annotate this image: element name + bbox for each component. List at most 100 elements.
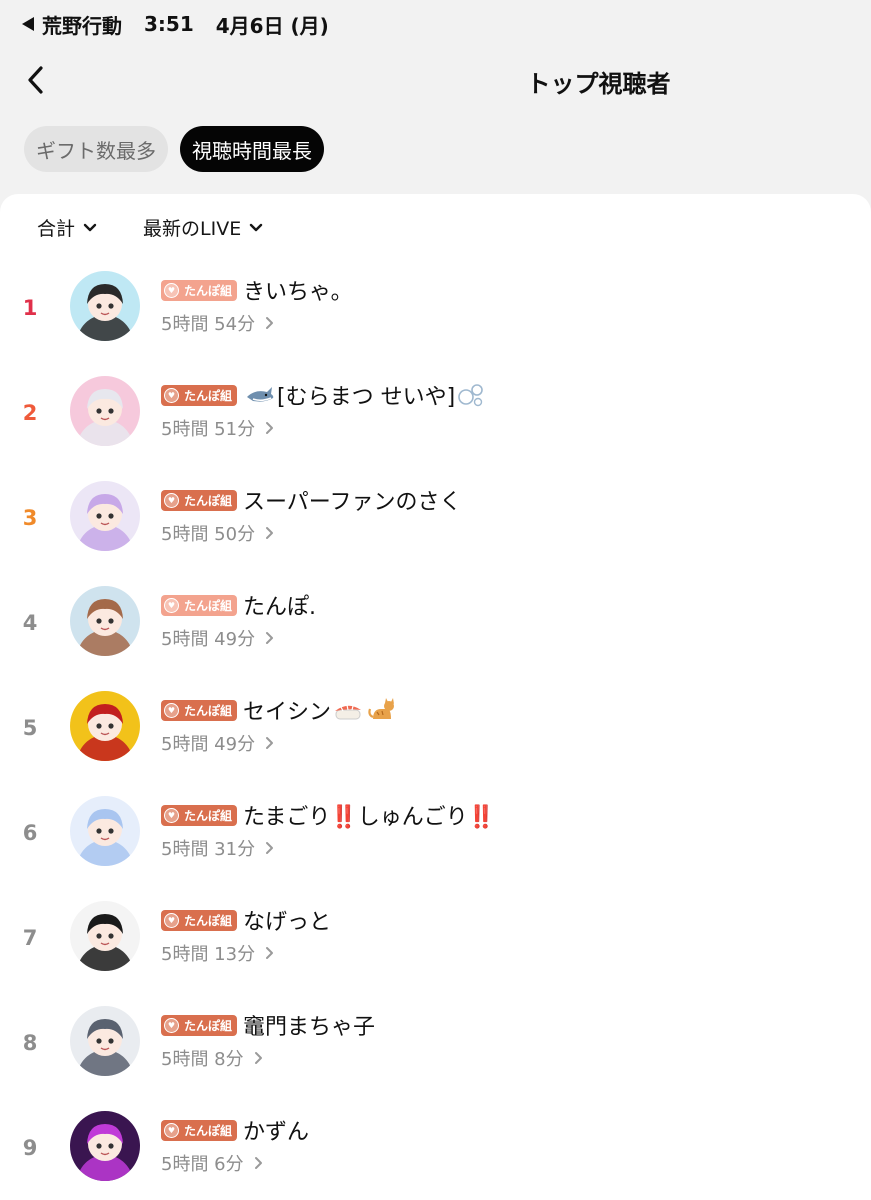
name-line: ♥ たんぽ組 なげっと bbox=[161, 904, 331, 936]
cat-emoji bbox=[368, 698, 395, 719]
viewer-row[interactable]: 2 ♥ たんぽ組 [むらまつ せいや] 5時間 51分 bbox=[0, 371, 871, 471]
page-title: トップ視聴者 bbox=[526, 70, 671, 98]
viewer-row[interactable]: 4 ♥ たんぽ組 たんぽ. 5時間 49分 bbox=[0, 581, 871, 681]
name-line: ♥ たんぽ組 きいちゃ。 bbox=[161, 274, 353, 306]
sushi-emoji bbox=[335, 704, 362, 720]
watch-time-link[interactable]: 5時間 13分 bbox=[161, 940, 331, 966]
status-bar: 荒野行動 3:51 4月6日 (月) bbox=[22, 10, 329, 38]
watch-time-link[interactable]: 5時間 49分 bbox=[161, 625, 316, 651]
username[interactable]: セイシン bbox=[243, 694, 331, 726]
rank-number: 9 bbox=[22, 1136, 38, 1160]
fan-club-badge: ♥ たんぽ組 bbox=[161, 699, 238, 721]
tab-bar: ギフト数最多 視聴時間最長 bbox=[24, 126, 324, 172]
watch-duration: 5時間 13分 bbox=[161, 944, 256, 965]
watch-duration: 5時間 6分 bbox=[161, 1154, 244, 1175]
viewer-info: ♥ たんぽ組 セイシン 5時間 49分 bbox=[161, 694, 399, 756]
avatar[interactable] bbox=[70, 586, 140, 656]
username[interactable]: たんぽ. bbox=[243, 589, 316, 621]
viewer-info: ♥ たんぽ組 スーパーファンのさく 5時間 50分 bbox=[161, 484, 461, 546]
chevron-right-icon bbox=[266, 842, 274, 854]
chevron-right-icon bbox=[266, 737, 274, 749]
rank-number: 5 bbox=[22, 716, 38, 740]
viewer-info: ♥ たんぽ組 なげっと 5時間 13分 bbox=[161, 904, 331, 966]
fan-club-badge-label: たんぽ組 bbox=[184, 913, 233, 928]
watch-duration: 5時間 54分 bbox=[161, 314, 256, 335]
fan-level-icon: ♥ bbox=[164, 912, 179, 928]
rank-number: 7 bbox=[22, 926, 38, 950]
viewer-row[interactable]: 3 ♥ たんぽ組 スーパーファンのさく 5時間 50分 bbox=[0, 476, 871, 576]
watch-time-link[interactable]: 5時間 49分 bbox=[161, 730, 399, 756]
watch-duration: 5時間 31分 bbox=[161, 839, 256, 860]
rank-number: 8 bbox=[22, 1031, 38, 1055]
status-date: 4月6日 (月) bbox=[215, 13, 329, 38]
fan-club-badge: ♥ たんぽ組 bbox=[161, 909, 238, 931]
period-filter-label: 合計 bbox=[37, 218, 76, 240]
fan-level-icon: ♥ bbox=[164, 1122, 179, 1138]
viewer-row[interactable]: 8 ♥ たんぽ組 竈門まちゃ子 5時間 8分 bbox=[0, 1001, 871, 1101]
tab-most-gifts[interactable]: ギフト数最多 bbox=[24, 126, 168, 172]
avatar[interactable] bbox=[70, 376, 140, 446]
watch-duration: 5時間 49分 bbox=[161, 734, 256, 755]
watch-time-link[interactable]: 5時間 31分 bbox=[161, 835, 495, 861]
avatar[interactable] bbox=[70, 796, 140, 866]
rank-number: 3 bbox=[22, 506, 38, 530]
username[interactable]: きいちゃ。 bbox=[243, 274, 353, 306]
avatar[interactable] bbox=[70, 1111, 140, 1181]
filter-bar: 合計 最新のLIVE bbox=[37, 214, 263, 241]
rank-number: 1 bbox=[22, 296, 38, 320]
shark-emoji bbox=[247, 387, 274, 402]
tab-longest-watch-time[interactable]: 視聴時間最長 bbox=[180, 126, 324, 172]
viewer-row[interactable]: 1 ♥ たんぽ組 きいちゃ。 5時間 54分 bbox=[0, 266, 871, 366]
back-app-label[interactable]: 荒野行動 bbox=[42, 10, 122, 39]
fan-club-badge: ♥ たんぽ組 bbox=[161, 1014, 238, 1036]
viewer-info: ♥ たんぽ組 きいちゃ。 5時間 54分 bbox=[161, 274, 353, 336]
fan-level-icon: ♥ bbox=[164, 597, 179, 613]
fan-club-badge-label: たんぽ組 bbox=[184, 808, 233, 823]
viewer-row[interactable]: 9 ♥ たんぽ組 かずん 5時間 6分 bbox=[0, 1106, 871, 1200]
username[interactable]: かずん bbox=[243, 1114, 309, 1146]
viewer-row[interactable]: 5 ♥ たんぽ組 セイシン 5時間 49分 bbox=[0, 686, 871, 786]
fan-club-badge-label: たんぽ組 bbox=[184, 703, 233, 718]
fan-club-badge: ♥ たんぽ組 bbox=[161, 804, 238, 826]
fan-club-badge: ♥ たんぽ組 bbox=[161, 1119, 238, 1141]
name-line: ♥ たんぽ組 たまごり‼️しゅんごり‼️ bbox=[161, 799, 495, 831]
viewer-row[interactable]: 6 ♥ たんぽ組 たまごり‼️しゅんごり‼️ 5時間 31分 bbox=[0, 791, 871, 891]
viewer-list-panel: 合計 最新のLIVE 1 ♥ たんぽ組 きいちゃ。 5時間 54分 2 ♥ たんぽ組 [むらまつ… bbox=[0, 194, 871, 1200]
avatar[interactable] bbox=[70, 271, 140, 341]
watch-time-link[interactable]: 5時間 51分 bbox=[161, 415, 487, 441]
viewer-row[interactable]: 7 ♥ たんぽ組 なげっと 5時間 13分 bbox=[0, 896, 871, 996]
fan-club-badge-label: たんぽ組 bbox=[184, 388, 233, 403]
avatar[interactable] bbox=[70, 901, 140, 971]
live-filter-dropdown[interactable]: 最新のLIVE bbox=[143, 214, 263, 241]
chevron-right-icon bbox=[266, 422, 274, 434]
fan-club-badge-label: たんぽ組 bbox=[184, 598, 233, 613]
username[interactable]: スーパーファンのさく bbox=[243, 484, 461, 516]
watch-time-link[interactable]: 5時間 6分 bbox=[161, 1150, 309, 1176]
name-line: ♥ たんぽ組 [むらまつ せいや] bbox=[161, 379, 487, 411]
watch-time-link[interactable]: 5時間 50分 bbox=[161, 520, 461, 546]
live-filter-label: 最新のLIVE bbox=[143, 218, 242, 240]
fan-club-badge-label: たんぽ組 bbox=[184, 1123, 233, 1138]
username[interactable]: 竈門まちゃ子 bbox=[243, 1009, 375, 1041]
viewer-info: ♥ たんぽ組 たまごり‼️しゅんごり‼️ 5時間 31分 bbox=[161, 799, 495, 861]
watch-time-link[interactable]: 5時間 54分 bbox=[161, 310, 353, 336]
avatar[interactable] bbox=[70, 691, 140, 761]
fan-club-badge: ♥ たんぽ組 bbox=[161, 489, 238, 511]
username[interactable]: なげっと bbox=[243, 904, 331, 936]
username[interactable]: たまごり‼️しゅんごり‼️ bbox=[243, 799, 495, 831]
viewer-info: ♥ たんぽ組 たんぽ. 5時間 49分 bbox=[161, 589, 316, 651]
period-filter-dropdown[interactable]: 合計 bbox=[37, 214, 97, 241]
fan-club-badge: ♥ たんぽ組 bbox=[161, 384, 238, 406]
watch-time-link[interactable]: 5時間 8分 bbox=[161, 1045, 375, 1071]
rank-number: 2 bbox=[22, 401, 38, 425]
avatar[interactable] bbox=[70, 481, 140, 551]
back-to-app-icon[interactable] bbox=[22, 17, 34, 31]
watch-duration: 5時間 8分 bbox=[161, 1049, 244, 1070]
watch-duration: 5時間 50分 bbox=[161, 524, 256, 545]
rank-number: 6 bbox=[22, 821, 38, 845]
username[interactable]: [むらまつ せいや] bbox=[277, 379, 455, 411]
avatar[interactable] bbox=[70, 1006, 140, 1076]
fan-level-icon: ♥ bbox=[164, 702, 179, 718]
chevron-right-icon bbox=[254, 1052, 262, 1064]
fan-club-badge: ♥ たんぽ組 bbox=[161, 279, 238, 301]
